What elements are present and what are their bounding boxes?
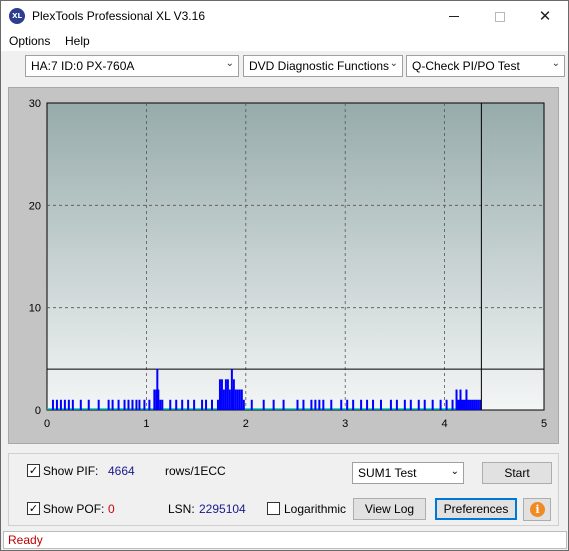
function-select-value: DVD Diagnostic Functions: [249, 59, 390, 73]
logarithmic-checkbox[interactable]: [267, 502, 280, 515]
sum-test-select-value: SUM1 Test: [358, 466, 417, 480]
app-logo-icon: XL: [9, 8, 25, 24]
lsn-value: 2295104: [199, 502, 246, 516]
y-tick-label: 30: [29, 98, 41, 110]
view-log-button[interactable]: View Log: [353, 498, 426, 520]
show-pof-checkbox[interactable]: ✓: [27, 502, 40, 515]
title-bar: XL PlexTools Professional XL V3.16 ✕: [1, 1, 568, 31]
show-pif-checkbox[interactable]: ✓: [27, 464, 40, 477]
y-tick-label: 0: [35, 405, 41, 417]
x-tick-label: 2: [243, 418, 249, 430]
menu-options[interactable]: Options: [9, 34, 50, 48]
pif-value: 4664: [108, 464, 135, 478]
logarithmic-label: Logarithmic: [284, 502, 347, 516]
lsn-label: LSN:: [168, 502, 195, 516]
close-button[interactable]: ✕: [522, 1, 568, 31]
status-bar: Ready: [3, 531, 567, 549]
info-button[interactable]: i: [523, 498, 551, 521]
maximize-button[interactable]: [477, 1, 523, 31]
window-title: PlexTools Professional XL V3.16: [32, 9, 205, 23]
start-button[interactable]: Start: [482, 462, 552, 484]
show-pof-label: Show POF:: [43, 502, 105, 516]
show-pif-label: Show PIF:: [43, 464, 99, 478]
chevron-down-icon: ⌄: [389, 58, 398, 69]
drive-select-value: HA:7 ID:0 PX-760A: [31, 59, 135, 73]
y-tick-label: 20: [29, 200, 41, 212]
close-icon: ✕: [538, 7, 552, 25]
x-tick-label: 1: [143, 418, 149, 430]
test-select-value: Q-Check PI/PO Test: [412, 59, 520, 73]
controls-panel: ✓ Show PIF: 4664 rows/1ECC SUM1 Test ⌄ S…: [8, 453, 559, 526]
minimize-button[interactable]: [431, 1, 477, 31]
x-tick-label: 3: [342, 418, 348, 430]
preferences-button[interactable]: Preferences: [435, 498, 517, 520]
x-tick-label: 0: [44, 418, 50, 430]
sum-test-select[interactable]: SUM1 Test ⌄: [352, 462, 464, 484]
menu-help[interactable]: Help: [65, 34, 90, 48]
menu-bar: Options Help: [1, 31, 568, 51]
chevron-down-icon: ⌄: [551, 58, 560, 69]
plot-area: [46, 102, 545, 411]
maximize-icon: [495, 11, 505, 22]
info-icon: i: [530, 502, 545, 517]
pi-po-chart: 0 1 2 3 4 5 0 10 20 30: [29, 98, 547, 430]
x-tick-label: 4: [442, 418, 448, 430]
status-text: Ready: [8, 533, 43, 547]
app-window: XL PlexTools Professional XL V3.16 ✕ Opt…: [0, 0, 569, 551]
chevron-down-icon: ⌄: [450, 466, 459, 477]
minimize-icon: [449, 16, 459, 17]
test-select[interactable]: Q-Check PI/PO Test ⌄: [406, 55, 565, 77]
chart-panel: 0 1 2 3 4 5 0 10 20 30: [8, 87, 559, 444]
y-tick-label: 10: [29, 303, 41, 315]
drive-select[interactable]: HA:7 ID:0 PX-760A ⌄: [25, 55, 239, 77]
chevron-down-icon: ⌄: [225, 58, 234, 69]
x-tick-label: 5: [541, 418, 547, 430]
function-select[interactable]: DVD Diagnostic Functions ⌄: [243, 55, 403, 77]
pif-unit: rows/1ECC: [165, 464, 226, 478]
pof-value: 0: [108, 502, 115, 516]
